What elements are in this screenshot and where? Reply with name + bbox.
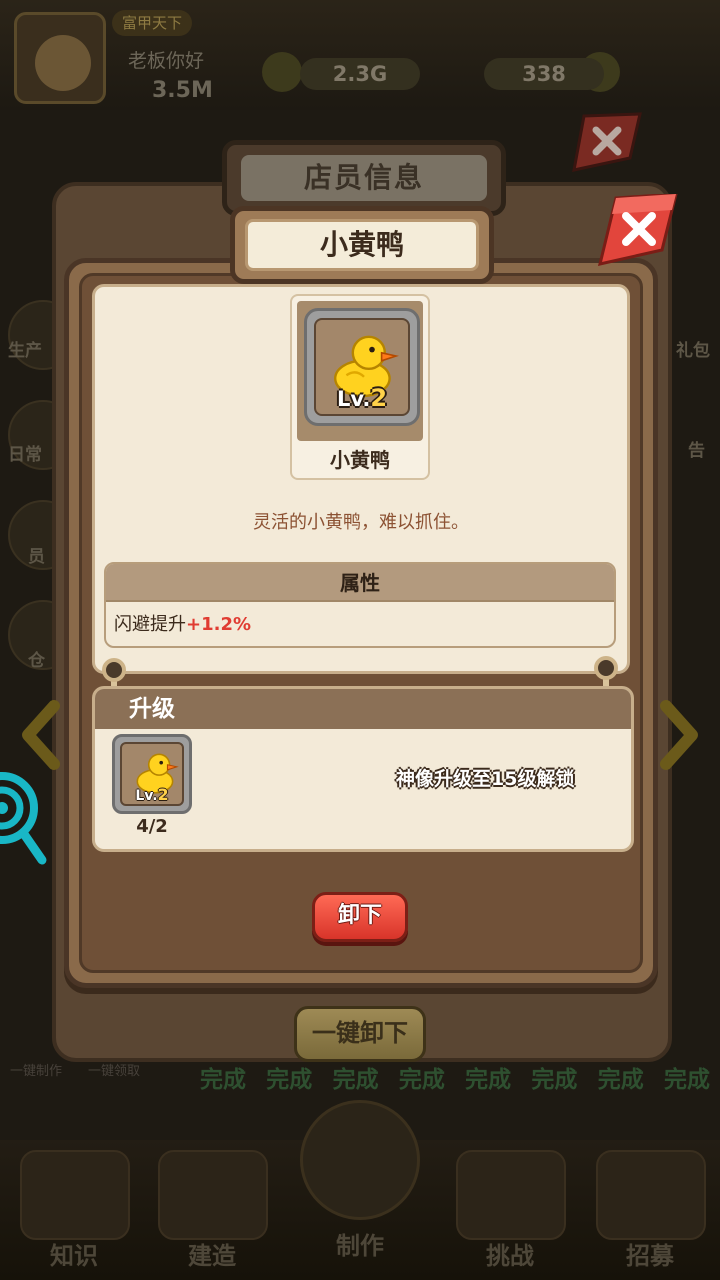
one-click-make-label: 一键制作 — [10, 1064, 63, 1079]
right-label-gift: 礼包 — [676, 341, 710, 361]
rope-knot — [594, 656, 618, 680]
gem-counter[interactable]: 338 — [484, 58, 604, 90]
staff-level: Lv.2 — [336, 384, 388, 412]
attributes-panel: 属性 闪避提升+1.2% — [104, 562, 616, 648]
upgrade-material-icon[interactable]: Lv.2 — [112, 734, 192, 814]
nav-build[interactable] — [158, 1150, 268, 1240]
staff-info-title-tab: 店员信息 — [222, 140, 506, 216]
unlock-requirement: 神像升级至15级解锁 — [396, 768, 575, 790]
staff-name-tab: 小黄鸭 — [230, 206, 494, 284]
close-icon[interactable] — [570, 112, 642, 174]
nav-recruit-label: 招募 — [626, 1242, 674, 1270]
side-label-staff: 员 — [28, 547, 45, 567]
upgrade-material-count: 4/2 — [136, 816, 168, 837]
player-avatar[interactable] — [14, 12, 106, 104]
next-arrow-icon[interactable] — [656, 700, 700, 770]
attribute-row: 闪避提升+1.2% — [106, 602, 614, 644]
staff-portrait-card[interactable]: Lv.2 小黄鸭 — [290, 294, 430, 480]
dialog-title: 小黄鸭 — [245, 219, 479, 271]
nav-craft[interactable] — [300, 1100, 420, 1220]
done-label: 完成 — [465, 1067, 512, 1093]
done-label: 完成 — [398, 1067, 445, 1093]
nav-build-label: 建造 — [188, 1242, 236, 1270]
attribute-value: +1.2% — [186, 614, 252, 635]
side-label-daily: 日常 — [8, 445, 42, 465]
done-label: 完成 — [200, 1067, 246, 1093]
magnifier-icon[interactable] — [0, 760, 54, 884]
upgrade-header: 升级 — [95, 689, 631, 729]
rope-knot — [102, 658, 126, 682]
nav-knowledge-label: 知识 — [50, 1242, 98, 1270]
coin-counter[interactable]: 2.3G — [300, 58, 420, 90]
coin-icon — [262, 52, 302, 92]
staff-icon-frame: Lv.2 — [304, 308, 420, 426]
nav-knowledge[interactable] — [20, 1150, 130, 1240]
side-label-warehouse: 仓 — [28, 651, 45, 671]
nav-challenge-label: 挑战 — [486, 1242, 534, 1270]
unequip-button[interactable]: 卸下 — [312, 892, 408, 942]
right-label-ad: 告 — [688, 441, 705, 461]
close-icon[interactable] — [598, 194, 678, 270]
staff-name: 小黄鸭 — [330, 448, 390, 472]
greeting-text: 老板你好 — [128, 50, 205, 72]
top-hud: 富甲天下 老板你好 3.5M 2.3G 338 — [0, 0, 720, 110]
side-label-production: 生产 — [8, 341, 42, 361]
done-label: 完成 — [266, 1067, 313, 1093]
done-label: 完成 — [663, 1067, 710, 1093]
nav-craft-label: 制作 — [336, 1232, 384, 1260]
attributes-header: 属性 — [106, 564, 614, 602]
done-label: 完成 — [597, 1067, 644, 1093]
one-click-claim-label: 一键领取 — [88, 1064, 141, 1079]
done-label: 完成 — [531, 1067, 578, 1093]
done-label: 完成 — [332, 1067, 379, 1093]
attribute-label: 闪避提升 — [114, 614, 186, 635]
assets-value: 3.5M — [152, 78, 213, 103]
title-badge: 富甲天下 — [112, 10, 193, 36]
done-row: 完成 完成 完成 完成 完成 完成 完成 完成 — [190, 1060, 720, 1100]
nav-challenge[interactable] — [456, 1150, 566, 1240]
staff-info-title: 店员信息 — [241, 155, 487, 201]
nav-recruit[interactable] — [596, 1150, 706, 1240]
staff-description: 灵活的小黄鸭，难以抓住。 — [253, 512, 469, 533]
unequip-all-button[interactable]: 一键卸下 — [294, 1006, 426, 1062]
upgrade-material-level: Lv.2 — [135, 785, 169, 804]
